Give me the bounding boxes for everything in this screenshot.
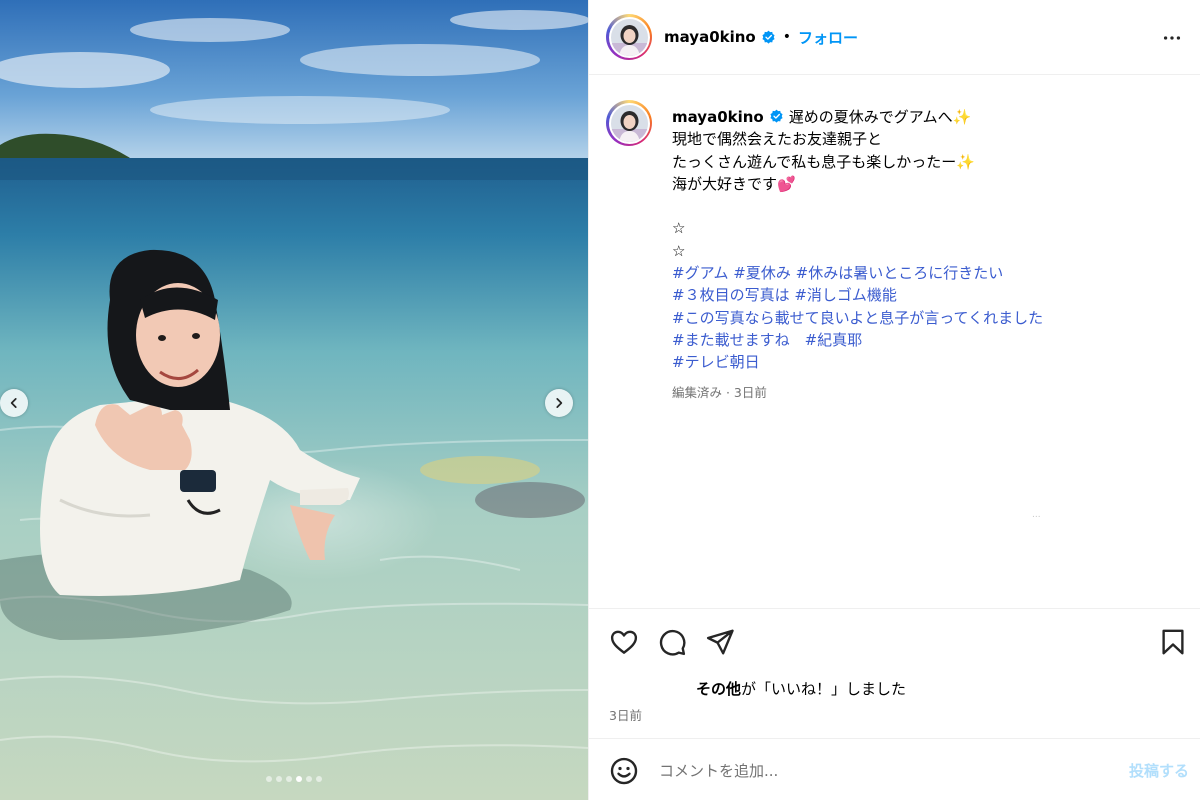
caption-text: maya0kino 遅めの夏休みでグアムへ✨ 現地で偶然会えたお友達親子と たっく… <box>672 106 1182 404</box>
action-bar: その他が「いいね！」しました 3日前 <box>589 608 1200 738</box>
comment-composer: 投稿する <box>589 738 1200 800</box>
caption-line: 遅めの夏休みでグアムへ✨ <box>788 108 972 126</box>
caption-line <box>672 195 1182 217</box>
username-link[interactable]: maya0kino <box>664 28 756 46</box>
comment-input[interactable] <box>659 757 1099 785</box>
faint-mark: ... <box>1032 510 1041 520</box>
likes-others: その他 <box>696 680 742 698</box>
heart-icon[interactable] <box>609 627 639 657</box>
share-icon[interactable] <box>705 627 735 657</box>
caption-line: ☆ <box>672 241 686 260</box>
hashtag-line[interactable]: #この写真なら載せて良いよと息子が言ってくれました <box>672 307 1182 329</box>
caption-line: 海が大好きです💕 <box>672 174 796 193</box>
post-comment-button[interactable]: 投稿する <box>1129 760 1189 781</box>
carousel-dot <box>296 776 302 782</box>
more-dots-icon <box>1163 36 1181 40</box>
profile-picture <box>610 18 648 56</box>
hashtag-line[interactable]: #テレビ朝日 <box>672 351 1182 373</box>
caption-avatar[interactable] <box>606 100 652 146</box>
more-options-button[interactable] <box>1160 26 1184 50</box>
caption-username-link[interactable]: maya0kino <box>672 108 764 126</box>
avatar[interactable] <box>606 14 652 60</box>
post-header: maya0kino • フォロー <box>589 0 1200 75</box>
caption-first-line: maya0kino 遅めの夏休みでグアムへ✨ <box>672 106 1182 128</box>
post-date: 3日前 <box>609 708 642 723</box>
hashtag-line[interactable]: #また載せますね #紀真耶 <box>672 329 1182 351</box>
verified-badge-icon <box>770 109 783 123</box>
likes-summary[interactable]: その他が「いいね！」しました <box>696 678 906 699</box>
carousel-dot <box>266 776 272 782</box>
likes-text: が「いいね！」しました <box>741 680 907 698</box>
post-media <box>0 0 588 800</box>
follow-button[interactable]: フォロー <box>798 27 858 48</box>
profile-picture <box>610 104 648 142</box>
carousel-dot <box>316 776 322 782</box>
caption-line: 現地で偶然会えたお友達親子と <box>672 130 883 149</box>
beach-photo <box>0 0 588 800</box>
carousel-dot <box>276 776 282 782</box>
verified-badge-icon <box>762 30 775 44</box>
carousel-dot <box>286 776 292 782</box>
hashtag-line[interactable]: #３枚目の写真は #消しゴム機能 <box>672 284 1182 306</box>
emoji-icon[interactable] <box>609 756 639 786</box>
caption-line: ☆ <box>672 219 686 238</box>
next-photo-button[interactable] <box>545 389 573 417</box>
bookmark-icon[interactable] <box>1158 627 1188 657</box>
chevron-left-icon <box>10 398 17 408</box>
header-separator: • <box>782 29 791 45</box>
comment-icon[interactable] <box>657 627 687 657</box>
carousel-dot <box>306 776 312 782</box>
previous-photo-button[interactable] <box>0 389 28 417</box>
chevron-right-icon <box>556 398 563 408</box>
carousel-indicator <box>0 776 588 782</box>
caption-line: たっくさん遊んで私も息子も楽しかったー✨ <box>672 152 975 171</box>
post-details-panel: maya0kino • フォロー maya0kino 遅めの夏休みでグアムへ✨ … <box>588 0 1200 800</box>
hashtag-line[interactable]: #グアム #夏休み #休みは暑いところに行きたい <box>672 262 1182 284</box>
caption-meta: 編集済み · 3日前 <box>672 384 767 400</box>
